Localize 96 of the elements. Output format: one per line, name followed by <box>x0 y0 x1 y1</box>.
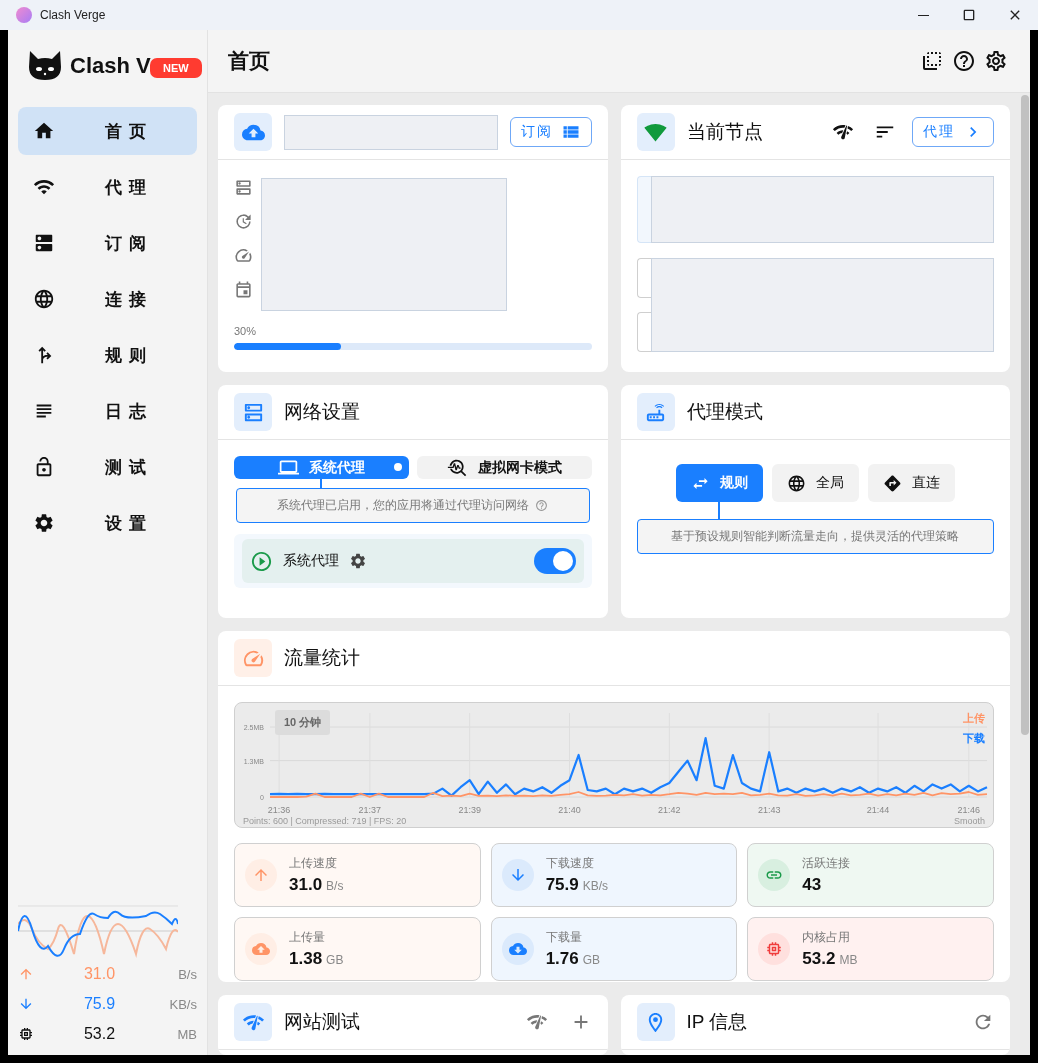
nav-item[interactable]: 日 志 <box>18 387 197 435</box>
globe-icon <box>786 473 806 493</box>
link-icon <box>758 859 791 891</box>
cloud-upload-icon <box>234 113 272 151</box>
stat-unit: B/s <box>177 966 197 982</box>
stat-unit: KB/s <box>168 996 197 1012</box>
x-tick-label: 21:43 <box>757 805 781 815</box>
mode-tab[interactable]: 系统代理 <box>234 456 409 479</box>
maximize-icon <box>961 7 977 23</box>
field-frame <box>636 258 651 298</box>
play-icon <box>250 549 273 573</box>
subscription-button[interactable]: 订阅 <box>509 117 592 147</box>
proxy-button[interactable]: 代理 <box>912 117 994 147</box>
nav-item[interactable]: 连 接 <box>18 275 197 323</box>
switch-label: 系统代理 <box>283 552 339 570</box>
usage-percent: 30% <box>234 325 258 337</box>
stat-label: 上传量 <box>289 929 326 946</box>
nav-item[interactable]: 测 试 <box>18 443 197 491</box>
page-title: 首页 <box>228 48 271 74</box>
stat-value: 1.76 GB <box>545 949 601 969</box>
stat-label: 内核占用 <box>802 929 852 946</box>
signal-icon <box>636 113 675 151</box>
mode-tab[interactable]: 虚拟网卡模式 <box>416 456 592 479</box>
toggle-switch[interactable] <box>533 548 576 574</box>
stat-value: 75.9 KB/s <box>545 875 609 895</box>
x-tick-label: 21:36 <box>267 805 291 815</box>
chip-icon <box>18 1026 34 1042</box>
legend-label: 上传 <box>963 711 985 726</box>
card-title: 流量统计 <box>284 646 361 670</box>
card-title: 代理模式 <box>686 400 764 424</box>
mode-button[interactable]: 全局 <box>771 464 859 502</box>
time-range-button[interactable]: 10 分钟 <box>275 710 331 735</box>
stat-label: 上传速度 <box>289 855 338 872</box>
cat-logo <box>28 51 62 81</box>
stat-label: 下载量 <box>545 929 583 946</box>
router-icon <box>636 393 675 431</box>
card-title: 网站测试 <box>284 1010 361 1034</box>
nav-item[interactable]: 代 理 <box>18 163 197 211</box>
update-icon <box>234 212 253 231</box>
minimize-icon <box>917 14 929 16</box>
stat-value: 53.2 MB <box>802 949 858 969</box>
nav-item[interactable]: 首 页 <box>18 107 197 155</box>
field-frame <box>636 312 651 352</box>
cloud-download-icon <box>501 933 534 965</box>
calendar-icon <box>234 280 253 299</box>
card-title: IP 信息 <box>686 1010 749 1034</box>
speedometer-icon <box>234 246 253 265</box>
nav-item[interactable]: 规 则 <box>18 331 197 379</box>
nav-item[interactable]: 订 阅 <box>18 219 197 267</box>
window-title: Clash Verge <box>40 8 107 22</box>
settings-icon[interactable] <box>349 552 367 570</box>
stat-value: 31.0 B/s <box>289 875 344 895</box>
x-tick-label: 21:46 <box>957 805 981 815</box>
card-title: 网络设置 <box>284 400 361 424</box>
globe-icon <box>33 288 55 310</box>
mode-button[interactable]: 直连 <box>867 464 955 502</box>
server-icon <box>234 393 272 431</box>
mode-description: 系统代理已启用，您的应用将通过代理访问网络 <box>277 497 530 514</box>
turn-sign-icon <box>882 473 902 493</box>
smoothing-label: Smooth <box>953 816 985 826</box>
chip-icon <box>758 933 791 965</box>
new-badge: NEW <box>150 58 202 78</box>
settings-icon <box>33 512 55 534</box>
stat-value: 53.2 <box>82 1025 117 1043</box>
chart-footer: Points: 600 | Compressed: 719 | FPS: 20 <box>243 816 407 826</box>
stat-value: 31.0 <box>82 965 117 983</box>
server-icon <box>234 178 253 197</box>
stat-value: 1.38 GB <box>289 949 344 969</box>
cloud-upload-icon <box>245 933 277 965</box>
x-tick-label: 21:39 <box>458 805 481 815</box>
app-icon <box>16 7 32 23</box>
speedometer-icon <box>234 639 272 677</box>
down-arrow-icon <box>18 996 34 1012</box>
active-dot <box>393 463 402 471</box>
server-icon <box>33 232 55 254</box>
magnifier-icon <box>446 457 468 478</box>
speed-test-icon <box>234 1003 272 1041</box>
up-arrow-icon <box>18 966 34 982</box>
stat-label: 下载速度 <box>545 855 595 872</box>
stat-label: 活跃连接 <box>802 855 851 872</box>
x-tick-label: 21:40 <box>558 805 581 815</box>
mode-button[interactable]: 规则 <box>675 464 763 502</box>
card-title: 当前节点 <box>686 120 764 144</box>
nav-item[interactable]: 设 置 <box>18 499 197 547</box>
x-tick-label: 21:44 <box>866 805 890 815</box>
legend-label: 下载 <box>963 731 985 746</box>
scrollbar-thumb[interactable] <box>1021 95 1029 735</box>
x-tick-label: 21:37 <box>358 805 382 815</box>
stat-unit: MB <box>176 1026 197 1042</box>
field-frame <box>636 176 651 243</box>
location-pin-icon <box>636 1003 675 1041</box>
stat-value: 75.9 <box>82 995 117 1013</box>
stat-value: 43 <box>802 875 823 895</box>
brand-name: Clash V <box>70 53 151 79</box>
x-tick-label: 21:42 <box>658 805 681 815</box>
mode-description: 基于预设规则智能判断流量走向，提供灵活的代理策略 <box>671 528 960 545</box>
